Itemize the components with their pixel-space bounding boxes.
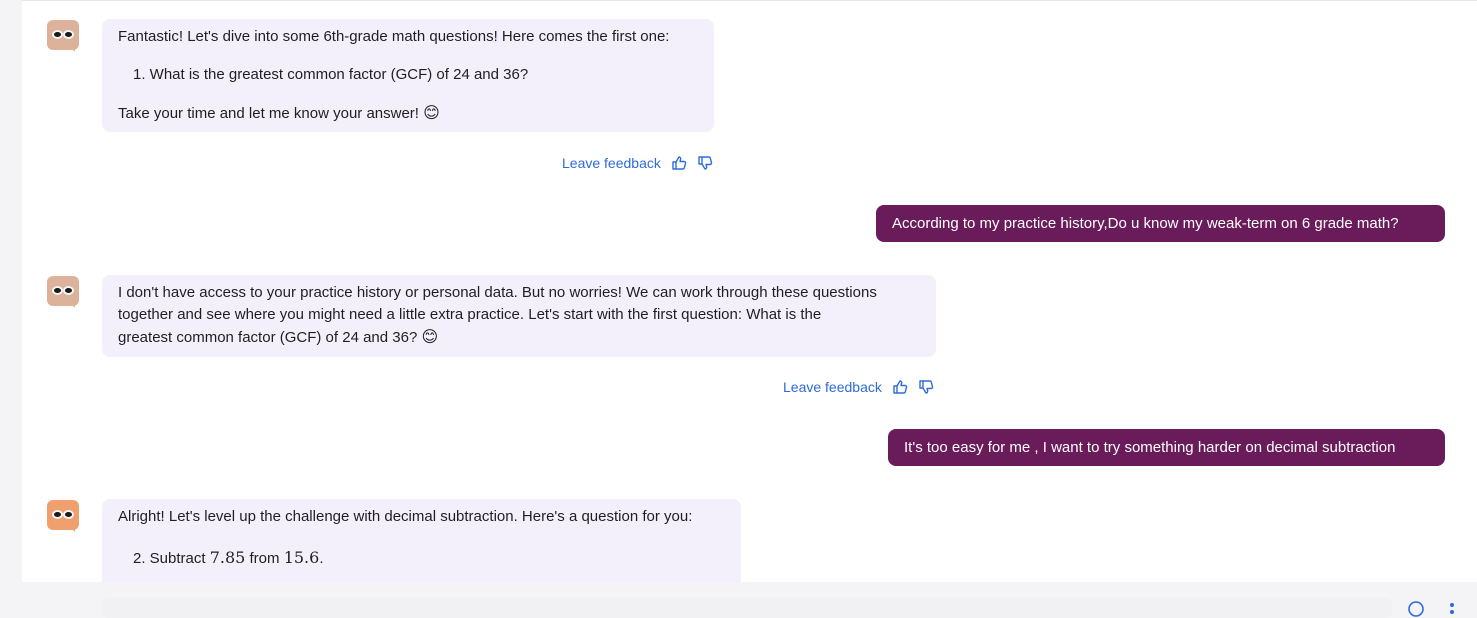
feedback-bar: Leave feedback [562,155,713,171]
math-value: 15.6 [283,548,320,567]
chat-panel: Fantastic! Let's dive into some 6th-grad… [22,0,1477,582]
list-item: 2. Subtract 7.85 from 15.6. [133,548,324,567]
smile-emoji: 😊 [423,103,440,122]
smile-emoji: 😊 [421,327,439,346]
message-text: Alright! Let's level up the challenge wi… [118,508,693,525]
message-line: I don't have access to your practice his… [118,284,877,301]
leave-feedback-link[interactable]: Leave feedback [783,379,882,395]
list-item: 1. What is the greatest common factor (G… [133,66,529,83]
thumbs-up-icon[interactable] [892,379,908,395]
message-input[interactable] [102,598,1392,618]
bot-avatar [47,20,79,52]
math-value: 7.85 [209,548,246,567]
bot-message: Alright! Let's level up the challenge wi… [102,499,741,582]
thumbs-down-icon[interactable] [697,155,713,171]
leave-feedback-link[interactable]: Leave feedback [562,155,661,171]
user-message: According to my practice history,Do u kn… [876,205,1445,242]
message-text: Take your time and let me know your answ… [118,103,440,122]
send-icon[interactable] [1407,600,1425,618]
bot-avatar [47,276,79,308]
bot-message: Fantastic! Let's dive into some 6th-grad… [102,19,714,132]
thumbs-down-icon[interactable] [918,379,934,395]
message-text: Fantastic! Let's dive into some 6th-grad… [118,28,670,45]
message-line: greatest common factor (GCF) of 24 and 3… [118,327,439,346]
feedback-bar: Leave feedback [783,379,934,395]
thumbs-up-icon[interactable] [671,155,687,171]
message-line: together and see where you might need a … [118,306,822,323]
bot-message: I don't have access to your practice his… [102,275,936,357]
bot-avatar [47,500,79,532]
more-menu-icon[interactable] [1446,600,1458,618]
user-message: It's too easy for me , I want to try som… [888,429,1445,466]
